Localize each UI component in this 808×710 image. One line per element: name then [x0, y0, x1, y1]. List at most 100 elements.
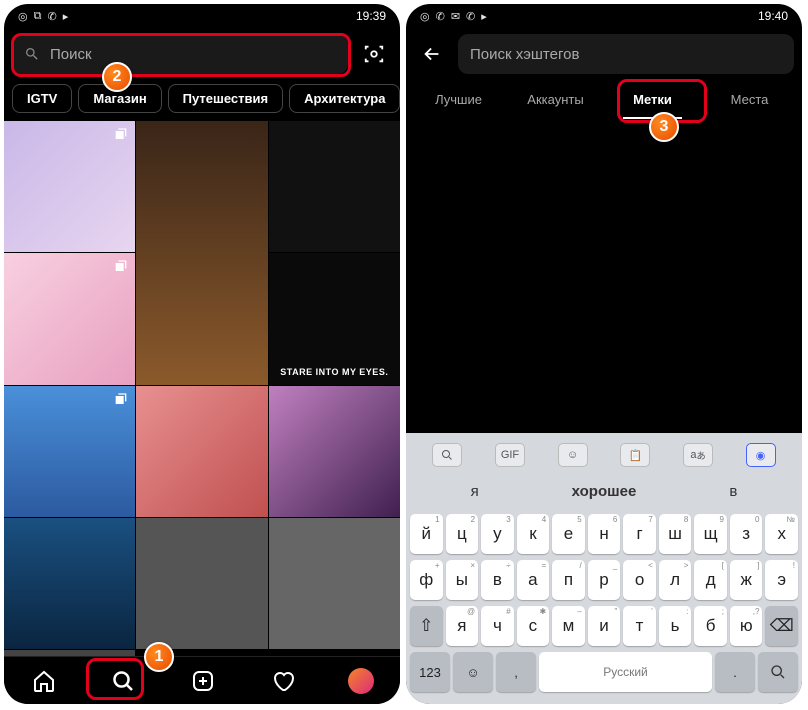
nav-home[interactable] — [30, 667, 58, 695]
key-х[interactable]: х№ — [765, 514, 798, 554]
key-emoji[interactable]: ☺ — [453, 652, 493, 692]
chip-travel[interactable]: Путешествия — [168, 84, 283, 113]
status-icons-left: ◎ ✆ ✉ ✆ ▸ — [420, 10, 487, 23]
kb-settings-button[interactable]: ◉ — [746, 443, 776, 467]
key-щ[interactable]: щ9 — [694, 514, 727, 554]
grid-tile[interactable] — [269, 386, 400, 517]
phone-left: ◎ ⧉ ✆ ▸ 19:39 Поиск IGTV Магазин Путешес… — [4, 4, 400, 704]
search-input[interactable]: Поиск хэштегов — [458, 34, 794, 74]
key-л[interactable]: л> — [659, 560, 692, 600]
key-а[interactable]: а= — [517, 560, 550, 600]
back-button[interactable] — [414, 36, 450, 72]
key-е[interactable]: е5 — [552, 514, 585, 554]
category-chips: IGTV Магазин Путешествия Архитектура — [4, 80, 400, 121]
tab-places[interactable]: Места — [701, 80, 798, 119]
key-shift[interactable]: ⇧ — [410, 606, 443, 646]
grid-tile[interactable] — [136, 386, 267, 517]
kb-clipboard-button[interactable]: 📋 — [620, 443, 650, 467]
suggestion[interactable]: я — [410, 475, 539, 508]
key-в[interactable]: в÷ — [481, 560, 514, 600]
key-space[interactable]: Русский — [539, 652, 712, 692]
key-ш[interactable]: ш8 — [659, 514, 692, 554]
key-о[interactable]: о< — [623, 560, 656, 600]
tab-top[interactable]: Лучшие — [410, 80, 507, 119]
key-ж[interactable]: ж] — [730, 560, 763, 600]
grid-tile[interactable] — [4, 650, 135, 656]
tab-accounts[interactable]: Аккаунты — [507, 80, 604, 119]
kb-gif-button[interactable]: GIF — [495, 443, 525, 467]
key-н[interactable]: н6 — [588, 514, 621, 554]
key-я[interactable]: я@ — [446, 606, 479, 646]
key-з[interactable]: з0 — [730, 514, 763, 554]
nav-add[interactable] — [189, 667, 217, 695]
grid-tile[interactable] — [269, 121, 400, 252]
scan-button[interactable] — [356, 36, 392, 72]
marker-3: 3 — [649, 112, 679, 142]
chip-architecture[interactable]: Архитектура — [289, 84, 400, 113]
kb-row-4: 123 ☺ , Русский . — [410, 652, 798, 692]
grid-tile[interactable] — [136, 518, 267, 649]
key-comma[interactable]: , — [496, 652, 536, 692]
key-с[interactable]: с✱ — [517, 606, 550, 646]
nav-activity[interactable] — [269, 667, 297, 695]
search-placeholder: Поиск хэштегов — [470, 46, 579, 63]
grid-tile[interactable] — [4, 518, 135, 649]
kb-translate-button[interactable]: aあ — [683, 443, 713, 467]
chip-igtv[interactable]: IGTV — [12, 84, 72, 113]
statusbar: ◎ ⧉ ✆ ▸ 19:39 — [4, 4, 400, 28]
carousel-icon — [113, 127, 129, 143]
key-э[interactable]: э! — [765, 560, 798, 600]
key-123[interactable]: 123 — [410, 652, 450, 692]
suggestion[interactable]: в — [669, 475, 798, 508]
key-ч[interactable]: ч# — [481, 606, 514, 646]
key-п[interactable]: п/ — [552, 560, 585, 600]
suggestion[interactable]: хорошее — [539, 475, 668, 508]
suggestions-bar: я хорошее в — [410, 475, 798, 508]
nav-search[interactable] — [109, 667, 137, 695]
key-ц[interactable]: ц2 — [446, 514, 479, 554]
app-icon: ⧉ — [34, 10, 42, 23]
grid-tile[interactable]: STARE INTO MY EYES. — [269, 253, 400, 384]
key-г[interactable]: г7 — [623, 514, 656, 554]
bottom-nav — [4, 656, 400, 704]
search-placeholder: Поиск — [50, 46, 92, 63]
key-у[interactable]: у3 — [481, 514, 514, 554]
nav-profile[interactable] — [348, 668, 374, 694]
results-area — [406, 119, 802, 433]
key-search[interactable] — [758, 652, 798, 692]
grid-tile[interactable] — [4, 253, 135, 384]
key-ь[interactable]: ь: — [659, 606, 692, 646]
key-к[interactable]: к4 — [517, 514, 550, 554]
grid-tile[interactable] — [269, 518, 400, 649]
statusbar: ◎ ✆ ✉ ✆ ▸ 19:40 — [406, 4, 802, 28]
key-б[interactable]: б; — [694, 606, 727, 646]
search-input[interactable]: Поиск — [12, 34, 348, 74]
grid-tile[interactable] — [4, 386, 135, 517]
keyboard: GIF ☺ 📋 aあ ◉ я хорошее в й1ц2у3к4е5н6г7ш… — [406, 433, 802, 704]
kb-row-2: ф+ы×в÷а=п/р_о<л>д[ж]э! — [410, 560, 798, 600]
kb-sticker-button[interactable]: ☺ — [558, 443, 588, 467]
key-backspace[interactable]: ⌫ — [765, 606, 798, 646]
key-д[interactable]: д[ — [694, 560, 727, 600]
key-р[interactable]: р_ — [588, 560, 621, 600]
key-и[interactable]: и" — [588, 606, 621, 646]
tile-caption: STARE INTO MY EYES. — [269, 367, 400, 377]
clock: 19:40 — [758, 9, 788, 23]
instagram-icon: ◎ — [18, 10, 28, 23]
tab-tags[interactable]: Метки — [604, 80, 701, 119]
key-period[interactable]: . — [715, 652, 755, 692]
instagram-icon: ◎ — [420, 10, 430, 23]
kb-search-icon[interactable] — [432, 443, 462, 467]
key-ю[interactable]: ю,? — [730, 606, 763, 646]
grid-tile[interactable] — [4, 121, 135, 252]
mail-icon: ✉ — [451, 10, 460, 23]
grid-tile[interactable] — [136, 121, 267, 385]
key-й[interactable]: й1 — [410, 514, 443, 554]
viber-icon: ✆ — [436, 10, 445, 23]
key-м[interactable]: м– — [552, 606, 585, 646]
key-т[interactable]: т' — [623, 606, 656, 646]
status-icons-left: ◎ ⧉ ✆ ▸ — [18, 10, 68, 23]
kb-row-1: й1ц2у3к4е5н6г7ш8щ9з0х№ — [410, 514, 798, 554]
key-ф[interactable]: ф+ — [410, 560, 443, 600]
key-ы[interactable]: ы× — [446, 560, 479, 600]
